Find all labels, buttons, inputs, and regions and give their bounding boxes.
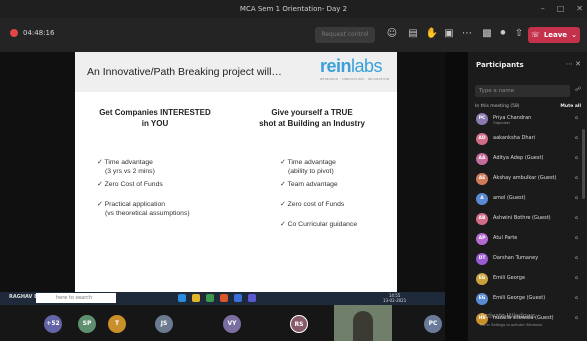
video-gallery: +52 SP T JS VY RS PC: [0, 305, 445, 341]
mic-muted-icon: ⚪: [574, 215, 580, 222]
participant-row[interactable]: AD aakanksha Dhari ⚪: [476, 132, 582, 148]
folder-icon: [192, 294, 200, 302]
share-invite-icon[interactable]: ☍: [575, 86, 581, 93]
mic-icon[interactable]: ⚫: [496, 28, 510, 39]
participant-row[interactable]: DT Darshan Tumaney ⚪: [476, 252, 582, 268]
os-clock: 14:55 13-02-2021: [383, 293, 407, 303]
shared-screen: An Innovative/Path Breaking project will…: [0, 52, 445, 341]
request-control-button[interactable]: Request control: [315, 27, 375, 43]
mic-muted-icon: ⚪: [574, 115, 580, 122]
slide-title: An Innovative/Path Breaking project will…: [87, 66, 282, 78]
participant-row[interactable]: PC Priya Chandran Organizer ⚪: [476, 112, 582, 128]
participant-row[interactable]: AE Akshay ambulkar (Guest) ⚪: [476, 172, 582, 188]
left-bullet-3: ✓ Practical application (vs theoretical …: [97, 201, 190, 217]
panel-scrollbar[interactable]: [582, 129, 585, 199]
right-column-heading: Give yourself a TRUE shot at Building an…: [259, 108, 365, 128]
recording-indicator: 04:48:16: [10, 29, 54, 37]
participant-row[interactable]: AP Atul Parte ⚪: [476, 232, 582, 248]
mic-muted-icon: ⚪: [574, 235, 580, 242]
activate-windows-watermark: Activate Windows Go to Settings to activ…: [480, 313, 544, 327]
mute-all-button[interactable]: Mute all: [560, 104, 581, 109]
mic-muted-icon: ⚪: [574, 195, 580, 202]
reinlabs-logo: reinlabs RESEARCH · INNOVATION · INCUBAT…: [320, 56, 390, 81]
live-video-tile[interactable]: [334, 305, 392, 341]
meeting-toolbar: 04:48:16 Request control ☺ ▤ ✋ ▣ ⋯ ▩ ⚫ ⇧…: [0, 18, 587, 52]
mic-muted-icon: ⚪: [574, 155, 580, 162]
record-dot-icon: [10, 29, 18, 37]
mic-muted-icon: ⚪: [574, 275, 580, 282]
chat-icon[interactable]: ▤: [406, 28, 420, 39]
mic-muted-icon: ⚪: [574, 295, 580, 302]
panel-controls: ⋯ ✕: [566, 60, 581, 68]
participants-icon[interactable]: ☺: [385, 28, 399, 39]
rooms-icon[interactable]: ▣: [442, 28, 456, 39]
participant-search-input[interactable]: Type a name: [475, 85, 570, 97]
panel-title: Participants: [476, 61, 524, 69]
shared-os-taskbar: RAGHAV BAJPAI IS PRESE here to search 14…: [0, 292, 445, 305]
mic-muted-icon: ⚪: [574, 255, 580, 262]
left-column-heading: Get Companies INTERESTED in YOU: [99, 108, 211, 128]
meeting-timer: 04:48:16: [23, 29, 55, 37]
close-icon[interactable]: ✕: [576, 0, 583, 18]
participant-row[interactable]: EG Emili George (Guest) ⚪: [476, 292, 582, 308]
participant-tile[interactable]: VY: [223, 315, 241, 333]
os-search-box: here to search: [36, 293, 116, 303]
participant-row[interactable]: AA Aditya Adep (Guest) ⚪: [476, 152, 582, 168]
participant-tile[interactable]: T: [108, 315, 126, 333]
teams-icon: [248, 294, 256, 302]
right-bullet-3: ✓ Zero cost of Funds: [280, 201, 345, 208]
mic-muted-icon: ⚪: [574, 315, 580, 322]
participant-tile[interactable]: SP: [78, 315, 96, 333]
teams-meeting-window: MCA Sem 1 Orientation- Day 2 – □ ✕ 04:48…: [0, 0, 587, 341]
person-video: [353, 311, 373, 341]
chevron-down-icon: ⌄: [571, 31, 577, 39]
edge-icon: [178, 294, 186, 302]
word-icon: [234, 294, 242, 302]
right-bullet-1: ✓ Time advantage (ability to pivot): [280, 159, 336, 175]
participants-panel: Participants ⋯ ✕ Type a name ☍ In this m…: [468, 52, 587, 341]
leave-button[interactable]: ☏ Leave ⌄: [528, 27, 580, 43]
participant-tile[interactable]: PC: [424, 315, 442, 333]
more-icon[interactable]: ⋯: [566, 60, 573, 68]
camera-icon[interactable]: ▩: [480, 28, 494, 39]
mic-muted-icon: ⚪: [574, 175, 580, 182]
close-panel-icon[interactable]: ✕: [575, 60, 581, 68]
participant-row[interactable]: A amol (Guest) ⚪: [476, 192, 582, 208]
left-bullet-2: ✓ Zero Cost of Funds: [97, 181, 163, 188]
participant-row[interactable]: AB Ashwini Bothre (Guest) ⚪: [476, 212, 582, 228]
minimize-icon[interactable]: –: [541, 0, 545, 18]
window-title: MCA Sem 1 Orientation- Day 2: [239, 5, 348, 13]
in-meeting-section[interactable]: In this meeting (58) Mute all: [475, 104, 581, 109]
presentation-slide: An Innovative/Path Breaking project will…: [75, 52, 397, 300]
excel-icon: [206, 294, 214, 302]
right-bullet-4: ✓ Co Curricular guidance: [280, 221, 358, 228]
overflow-participants[interactable]: +52: [44, 315, 62, 333]
os-taskbar-apps: [178, 294, 256, 302]
powerpoint-icon: [220, 294, 228, 302]
more-options-icon[interactable]: ⋯: [460, 28, 474, 39]
phone-hangup-icon: ☏: [531, 31, 540, 39]
participant-tile[interactable]: RS: [290, 315, 308, 333]
raise-hand-icon[interactable]: ✋: [425, 28, 439, 39]
share-icon[interactable]: ⇧: [512, 28, 526, 39]
leave-label: Leave: [543, 31, 568, 39]
participant-row[interactable]: EG Emili George ⚪: [476, 272, 582, 288]
window-controls: – □ ✕: [541, 0, 583, 18]
right-bullet-2: ✓ Team advantage: [280, 181, 338, 188]
maximize-icon[interactable]: □: [557, 0, 565, 18]
slide-header: An Innovative/Path Breaking project will…: [75, 52, 397, 92]
left-bullet-1: ✓ Time advantage (3 yrs vs 2 mins): [97, 159, 155, 175]
participant-tile[interactable]: JS: [155, 315, 173, 333]
mic-muted-icon: ⚪: [574, 135, 580, 142]
in-meeting-label: In this meeting (58): [475, 104, 520, 109]
title-bar: MCA Sem 1 Orientation- Day 2 – □ ✕: [0, 0, 587, 18]
